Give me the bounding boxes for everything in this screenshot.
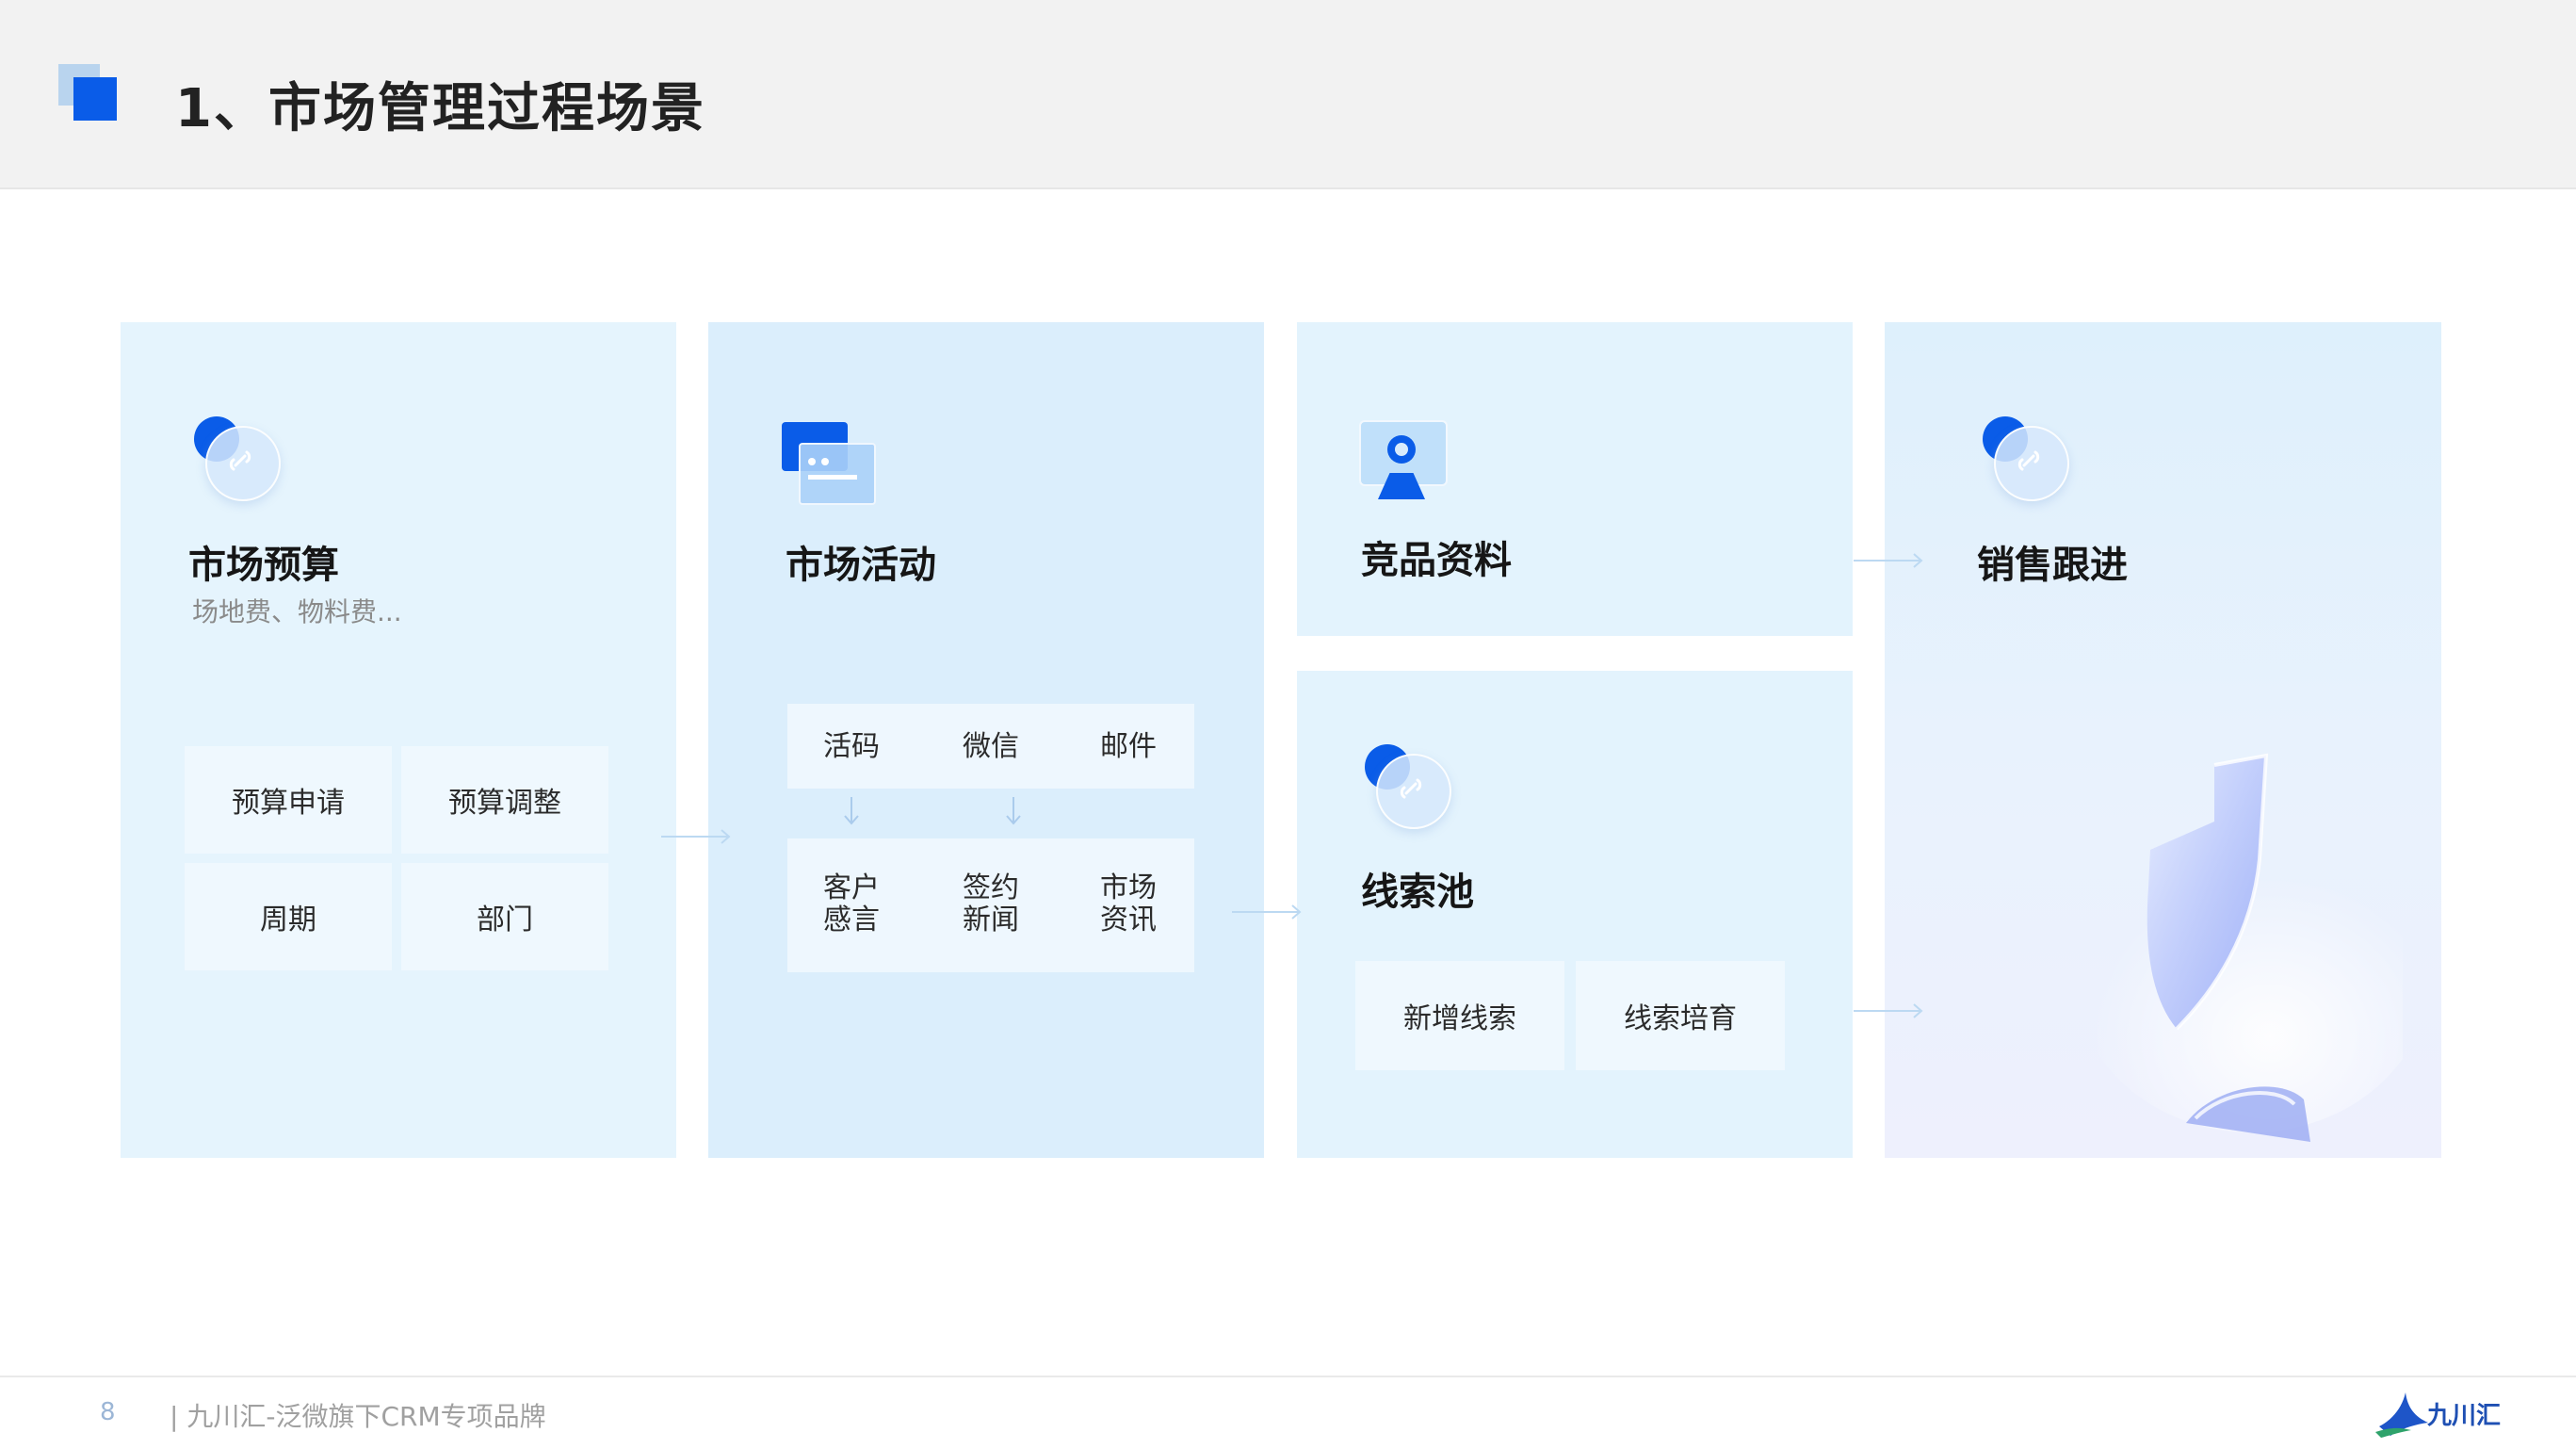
chat-window-icon	[782, 422, 876, 507]
leads-title: 线索池	[1361, 871, 1474, 914]
activity-card: 市场活动 活码 微信 邮件 客户 感言 签约 新闻 市场 资讯	[708, 322, 1264, 1158]
activity-title: 市场活动	[786, 544, 936, 587]
right-arrow-icon	[661, 829, 731, 844]
leads-card: 线索池 新增线索 线索培育	[1297, 671, 1853, 1158]
logo-text: 九川汇	[2427, 1402, 2502, 1430]
page-title: 1、市场管理过程场景	[175, 78, 705, 139]
lead-nurture-item[interactable]: 线索培育	[1576, 961, 1785, 1070]
bird-logo-icon	[2375, 1392, 2428, 1438]
sales-card: 销售跟进	[1885, 322, 2441, 1158]
down-arrow-icon	[1006, 797, 1021, 825]
header-bar: 1、市场管理过程场景	[0, 0, 2576, 189]
customer-testimonial-item[interactable]: 客户 感言	[823, 872, 880, 936]
budget-card: 市场预算 场地费、物料费... 预算申请 预算调整 周期 部门	[121, 322, 676, 1158]
budget-subtitle: 场地费、物料费...	[192, 596, 402, 627]
right-arrow-icon	[1854, 1003, 1923, 1018]
header-square-icon	[73, 77, 117, 121]
live-code-item[interactable]: 活码	[823, 731, 880, 763]
footer-divider	[0, 1376, 2576, 1377]
link-icon	[194, 416, 284, 507]
competitor-title: 竞品资料	[1361, 539, 1512, 582]
sales-title: 销售跟进	[1977, 544, 2128, 587]
glass-shield-illustration	[2073, 753, 2403, 1142]
brand-logo: 九川汇	[2373, 1385, 2501, 1438]
footer-brand-text: | 九川汇-泛微旗下CRM专项品牌	[170, 1401, 546, 1432]
competitor-card: 竞品资料	[1297, 322, 1853, 636]
email-item[interactable]: 邮件	[1100, 731, 1157, 763]
signing-news-item[interactable]: 签约 新闻	[963, 872, 1019, 936]
budget-title: 市场预算	[188, 544, 339, 587]
down-arrow-icon	[844, 797, 859, 825]
new-lead-item[interactable]: 新增线索	[1355, 961, 1564, 1070]
link-icon	[1365, 744, 1455, 835]
budget-apply-item[interactable]: 预算申请	[185, 746, 392, 854]
page-number: 8	[100, 1398, 116, 1426]
budget-adjust-item[interactable]: 预算调整	[401, 746, 608, 854]
person-monitor-icon	[1359, 420, 1448, 501]
right-arrow-icon	[1854, 553, 1923, 568]
period-item[interactable]: 周期	[185, 863, 392, 970]
department-item[interactable]: 部门	[401, 863, 608, 970]
right-arrow-icon	[1232, 904, 1302, 920]
link-icon	[1983, 416, 2073, 507]
wechat-item[interactable]: 微信	[963, 731, 1019, 763]
market-info-item[interactable]: 市场 资讯	[1100, 872, 1157, 936]
